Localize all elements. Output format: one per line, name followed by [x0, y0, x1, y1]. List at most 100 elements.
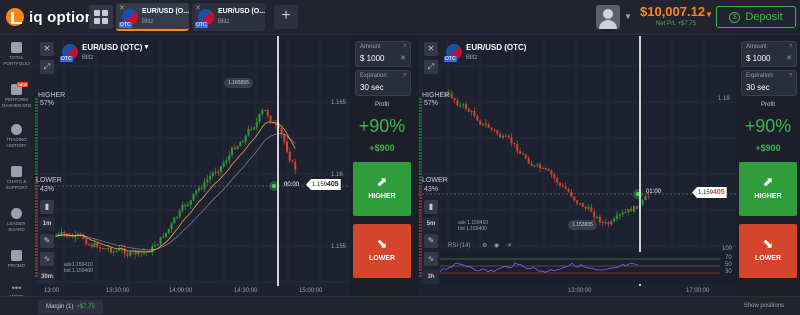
asset-name[interactable]: EUR/USD (OTC) — [82, 43, 142, 52]
candle-body — [493, 129, 496, 131]
amount-field[interactable]: Amount ? $ 1000 ✕ — [355, 41, 411, 67]
sentiment-bar-segment — [35, 194, 38, 196]
asset-tab-1[interactable]: ✕ OTC EUR/USD (O... Blitz — [116, 3, 189, 31]
candle-body — [578, 203, 581, 205]
help-icon[interactable]: ? — [403, 44, 406, 50]
sentiment-bar-segment — [35, 263, 38, 265]
pencil-icon[interactable]: ✎ — [40, 234, 54, 248]
candle-body — [99, 247, 101, 249]
candle-body — [530, 163, 533, 166]
chevron-down-icon[interactable]: ▼ — [624, 12, 632, 21]
avatar[interactable] — [596, 5, 620, 29]
sentiment-bar-segment — [35, 200, 38, 202]
lower-button[interactable]: ⬊ LOWER — [739, 224, 797, 278]
countdown: 01:00 — [646, 189, 662, 195]
candle-body — [283, 134, 286, 142]
settings-gear-icon[interactable]: ⚙ — [482, 242, 487, 249]
balance[interactable]: $10,007.12 — [640, 4, 705, 19]
sentiment-bar-segment — [419, 197, 422, 199]
deposit-button[interactable]: $ Deposit — [716, 6, 796, 28]
sentiment-bar-segment — [35, 260, 38, 262]
candle-body — [621, 212, 624, 215]
sidebar-item-perform-dashboard[interactable]: NEW Perform Dashboard — [0, 82, 33, 109]
bid-price: bid 1.159400 — [458, 226, 487, 232]
chevron-down-icon[interactable]: ▼ — [143, 44, 150, 51]
lower-button[interactable]: ⬊ LOWER — [353, 224, 411, 278]
trade-panel-1: Amount ? $ 1000 ✕ Expiration ? 30 sec Pr… — [352, 36, 412, 296]
clear-icon[interactable]: ✕ — [786, 54, 792, 62]
expiration-value[interactable]: 30 sec — [360, 83, 384, 92]
help-icon[interactable]: ? — [789, 44, 792, 50]
candle-body — [225, 160, 228, 163]
timeframe-button[interactable]: 30m — [39, 270, 55, 284]
sentiment-bar-segment — [35, 116, 38, 118]
amount-value[interactable]: $ 1000 — [360, 54, 384, 63]
sidebar-item-total-portfolio[interactable]: Total Portfolio — [0, 42, 33, 67]
sidebar-item-chats-support[interactable]: Chats & Support — [0, 166, 33, 191]
amount-field[interactable]: Amount ? $ 1000 ✕ — [741, 41, 797, 67]
balance-chevron-icon[interactable]: ▼ — [705, 10, 713, 19]
candle-body — [567, 189, 570, 192]
candle-body — [250, 129, 253, 131]
indicators-icon[interactable]: ▮ — [40, 200, 54, 214]
timeframe-button[interactable]: 5m — [423, 217, 439, 231]
timeframe-button[interactable]: 1m — [39, 217, 55, 231]
indicators-icon[interactable]: ▮ — [424, 200, 438, 214]
pencil-icon[interactable]: ✎ — [424, 234, 438, 248]
higher-button[interactable]: ⬈ HIGHER — [739, 162, 797, 216]
logo[interactable]: iq option — [6, 8, 94, 26]
margin-tab[interactable]: Margin (1) +$7.75 — [38, 300, 103, 314]
sentiment-bar-segment — [419, 221, 422, 223]
candle-body — [604, 222, 607, 224]
close-chart-icon[interactable]: ✕ — [424, 42, 438, 56]
asset-tab-2[interactable]: ✕ OTC EUR/USD (O... Blitz — [192, 3, 265, 31]
add-tab-button[interactable]: + — [274, 5, 298, 29]
help-icon[interactable]: ? — [789, 73, 792, 79]
drawing-icon[interactable]: ∿ — [40, 252, 54, 266]
asset-name[interactable]: EUR/USD (OTC) — [466, 43, 526, 52]
candle-body — [647, 196, 650, 198]
candlestick-chart-2[interactable] — [418, 36, 736, 296]
drawing-icon[interactable]: ∿ — [424, 252, 438, 266]
chart-panel-1[interactable]: ✕ ⤢ OTC EUR/USD (OTC) ▼ Blitz HIGHER 57%… — [34, 36, 350, 296]
show-positions-link[interactable]: Show positions — [744, 303, 784, 309]
candlestick-chart-1[interactable] — [34, 36, 350, 296]
time-axis-label: 17:00:00 — [686, 288, 710, 294]
expand-icon[interactable]: ⤢ — [40, 60, 54, 74]
close-chart-icon[interactable]: ✕ — [40, 42, 54, 56]
sentiment-bar-segment — [419, 146, 422, 148]
sentiment-bar-segment — [419, 125, 422, 127]
higher-button[interactable]: ⬈ HIGHER — [353, 162, 411, 216]
candle-body — [203, 181, 206, 189]
candle-body — [470, 111, 473, 113]
eye-icon[interactable]: ◉ — [494, 242, 499, 249]
clear-icon[interactable]: ✕ — [400, 54, 406, 62]
help-icon[interactable]: ? — [403, 73, 406, 79]
sidebar-item-label: Perform Dashboard — [1, 97, 32, 108]
timeframe-button[interactable]: 3h — [423, 270, 439, 284]
sidebar-item-promo[interactable]: Promo — [0, 250, 33, 269]
higher-label: HIGHER — [38, 92, 66, 99]
sentiment-bar-segment — [419, 158, 422, 160]
sentiment-bar-segment — [35, 113, 38, 115]
expand-icon[interactable]: ⤢ — [424, 60, 438, 74]
amount-value[interactable]: $ 1000 — [746, 54, 770, 63]
candle-body — [239, 142, 242, 147]
expiration-field[interactable]: Expiration ? 30 sec — [741, 70, 797, 96]
candle-body — [519, 151, 522, 154]
close-icon[interactable]: ✕ — [507, 242, 512, 249]
sidebar-item-trading-history[interactable]: Trading History — [0, 124, 33, 149]
otc-badge: OTC — [195, 22, 208, 28]
sentiment-bar-segment — [35, 110, 38, 112]
candle-body — [90, 244, 93, 247]
chart-panel-2[interactable]: ✕ ⤢ OTC EUR/USD (OTC) Blitz HIGHER 57% L… — [418, 36, 736, 296]
candle-body — [641, 200, 644, 205]
sidebar-item-leader-board[interactable]: Leader Board — [0, 208, 33, 233]
expiration-value[interactable]: 30 sec — [746, 83, 770, 92]
asset-grid-button[interactable] — [89, 5, 113, 29]
price-axis-label: 1.165 — [331, 100, 347, 106]
candle-body — [209, 176, 211, 180]
expiration-field[interactable]: Expiration ? 30 sec — [355, 70, 411, 96]
logo-text: iq option — [29, 8, 95, 26]
candle-body — [85, 238, 88, 245]
